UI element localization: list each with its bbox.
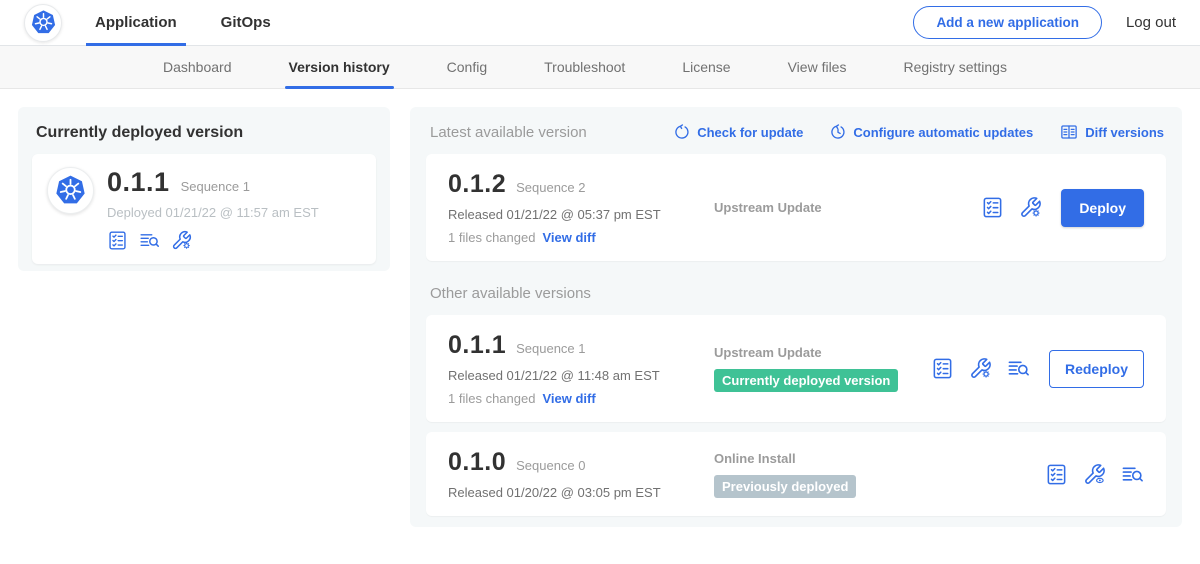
available-versions-panel: Latest available version Check for updat… (410, 107, 1182, 527)
tab-gitops-label: GitOps (221, 14, 271, 31)
deployed-version-number: 0.1.1 (107, 167, 170, 198)
currently-deployed-card: Currently deployed version 0.1.1 Sequenc… (18, 107, 390, 271)
add-new-application-button[interactable]: Add a new application (913, 6, 1102, 39)
sequence-label: Sequence 1 (516, 341, 585, 356)
deploy-button[interactable]: Deploy (1061, 189, 1144, 227)
files-changed-label: 1 files changed (448, 230, 535, 245)
app-logo (47, 167, 94, 214)
currently-deployed-badge: Currently deployed version (714, 369, 898, 392)
diff-icon (1060, 123, 1078, 141)
preflight-checks-icon[interactable] (1045, 463, 1068, 486)
edit-config-icon[interactable] (1019, 196, 1042, 219)
top-navbar: Application GitOps Add a new application… (0, 0, 1200, 46)
deployed-version-card: 0.1.1 Sequence 1 Deployed 01/21/22 @ 11:… (32, 154, 376, 264)
redeploy-button[interactable]: Redeploy (1049, 350, 1144, 388)
version-row: 0.1.1 Sequence 1 Released 01/21/22 @ 11:… (426, 315, 1166, 422)
subnav-tab-registry-settings[interactable]: Registry settings (903, 46, 1006, 89)
deployed-timestamp: Deployed 01/21/22 @ 11:57 am EST (107, 205, 319, 220)
version-source-label: Upstream Update (714, 345, 931, 360)
preflight-checks-icon[interactable] (981, 196, 1004, 219)
configure-automatic-updates-label: Configure automatic updates (853, 125, 1033, 140)
configure-automatic-updates-link[interactable]: Configure automatic updates (830, 124, 1033, 140)
version-source-label: Upstream Update (714, 200, 981, 215)
subnav-tab-dashboard[interactable]: Dashboard (163, 46, 232, 89)
version-number: 0.1.2 (448, 170, 506, 199)
version-source-label: Online Install (714, 451, 1045, 466)
header-actions: Add a new application Log out (913, 6, 1176, 39)
other-available-versions-title: Other available versions (430, 285, 1166, 302)
sequence-label: Sequence 0 (516, 458, 585, 473)
subnav-tab-config[interactable]: Config (447, 46, 487, 89)
subnav-tab-view-files[interactable]: View files (788, 46, 847, 89)
released-timestamp: Released 01/21/22 @ 05:37 pm EST (448, 207, 700, 222)
currently-deployed-title: Currently deployed version (36, 124, 376, 142)
view-config-icon[interactable] (1083, 463, 1106, 486)
sequence-label: Sequence 2 (516, 180, 585, 195)
preflight-checks-icon[interactable] (107, 230, 128, 251)
deploy-logs-icon[interactable] (1007, 357, 1030, 380)
released-timestamp: Released 01/20/22 @ 03:05 pm EST (448, 485, 700, 500)
edit-config-icon[interactable] (969, 357, 992, 380)
check-for-update-label: Check for update (697, 125, 803, 140)
auto-update-icon (830, 124, 846, 140)
subnav-tab-version-history[interactable]: Version history (289, 46, 390, 89)
view-diff-link[interactable]: View diff (542, 391, 595, 406)
subnav-tab-troubleshoot[interactable]: Troubleshoot (544, 46, 625, 89)
previously-deployed-badge: Previously deployed (714, 475, 856, 498)
tab-application[interactable]: Application (92, 0, 180, 46)
latest-available-title: Latest available version (430, 124, 587, 141)
edit-config-icon[interactable] (171, 230, 192, 251)
tab-gitops[interactable]: GitOps (218, 0, 274, 46)
view-diff-link[interactable]: View diff (542, 230, 595, 245)
subnav-tab-license[interactable]: License (682, 46, 730, 89)
diff-versions-link[interactable]: Diff versions (1060, 123, 1164, 141)
kubernetes-logo (24, 4, 62, 42)
version-row: 0.1.0 Sequence 0 Released 01/20/22 @ 03:… (426, 432, 1166, 516)
check-for-update-link[interactable]: Check for update (674, 124, 803, 140)
app-subnav: Dashboard Version history Config Trouble… (0, 46, 1200, 89)
version-row: 0.1.2 Sequence 2 Released 01/21/22 @ 05:… (426, 154, 1166, 261)
deploy-logs-icon[interactable] (139, 230, 160, 251)
version-number: 0.1.0 (448, 448, 506, 477)
deployed-sequence-label: Sequence 1 (181, 179, 250, 194)
preflight-checks-icon[interactable] (931, 357, 954, 380)
files-changed-label: 1 files changed (448, 391, 535, 406)
tab-application-label: Application (95, 14, 177, 31)
version-history-page: Currently deployed version 0.1.1 Sequenc… (0, 89, 1200, 545)
logout-button[interactable]: Log out (1126, 14, 1176, 31)
diff-versions-label: Diff versions (1085, 125, 1164, 140)
deploy-logs-icon[interactable] (1121, 463, 1144, 486)
version-number: 0.1.1 (448, 331, 506, 360)
released-timestamp: Released 01/21/22 @ 11:48 am EST (448, 368, 700, 383)
refresh-icon (674, 124, 690, 140)
